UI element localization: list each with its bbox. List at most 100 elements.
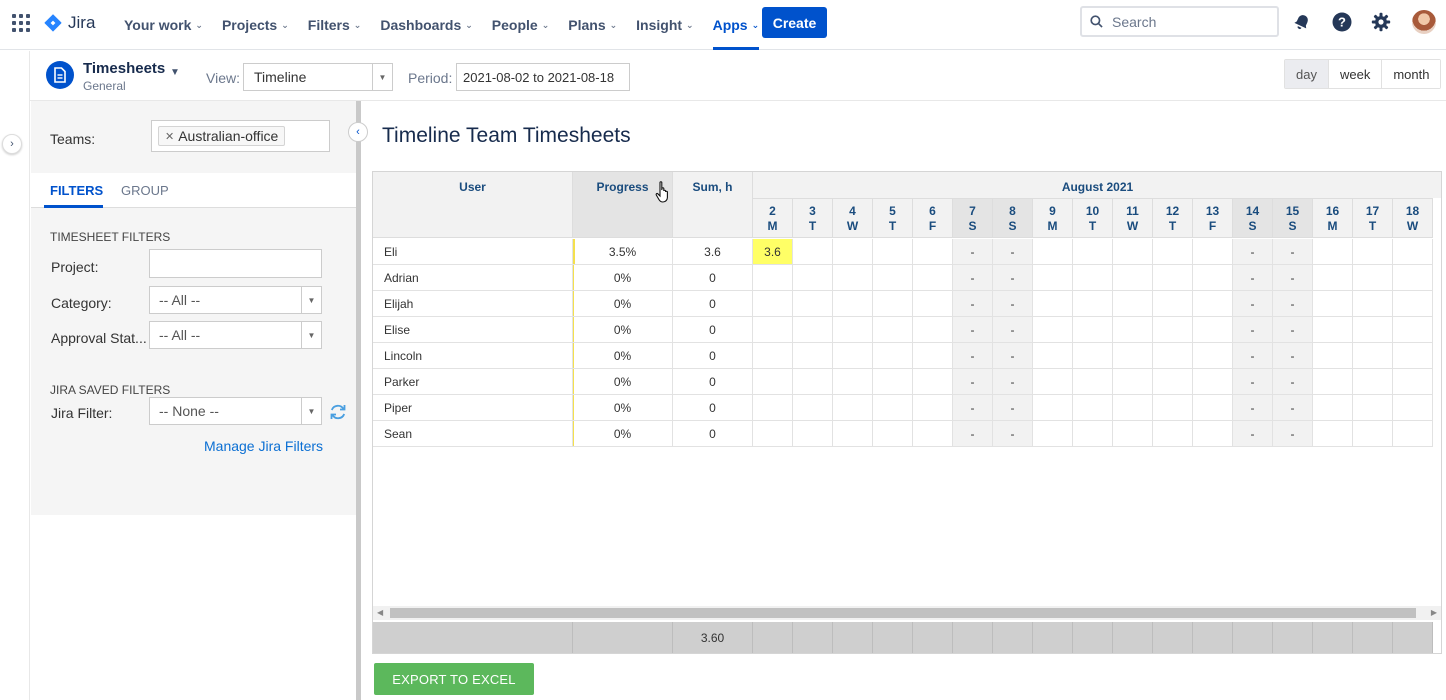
day-cell[interactable]: - bbox=[993, 291, 1033, 317]
day-cell[interactable]: - bbox=[1273, 265, 1313, 291]
nav-item-projects[interactable]: Projects ⌄ bbox=[222, 0, 289, 50]
day-cell[interactable]: - bbox=[1233, 421, 1273, 447]
help-icon[interactable]: ? bbox=[1331, 11, 1353, 33]
day-cell[interactable] bbox=[833, 265, 873, 291]
day-cell[interactable] bbox=[913, 239, 953, 265]
day-cell[interactable] bbox=[1113, 395, 1153, 421]
day-cell[interactable]: - bbox=[953, 369, 993, 395]
app-switcher-icon[interactable] bbox=[12, 14, 30, 32]
day-cell[interactable] bbox=[1313, 265, 1353, 291]
day-cell[interactable] bbox=[873, 291, 913, 317]
day-cell[interactable]: - bbox=[993, 317, 1033, 343]
day-cell[interactable]: - bbox=[1273, 421, 1313, 447]
day-cell[interactable] bbox=[1193, 317, 1233, 343]
day-cell[interactable] bbox=[1393, 343, 1433, 369]
day-cell[interactable] bbox=[913, 369, 953, 395]
day-cell[interactable]: - bbox=[993, 421, 1033, 447]
day-cell[interactable] bbox=[1313, 291, 1353, 317]
day-cell[interactable] bbox=[913, 421, 953, 447]
category-select[interactable]: -- All -- ▼ bbox=[149, 286, 322, 314]
day-cell[interactable] bbox=[1073, 421, 1113, 447]
day-cell[interactable]: - bbox=[1273, 395, 1313, 421]
day-cell[interactable] bbox=[1353, 343, 1393, 369]
day-cell[interactable] bbox=[873, 395, 913, 421]
day-cell[interactable] bbox=[1113, 343, 1153, 369]
day-cell[interactable] bbox=[913, 317, 953, 343]
day-cell[interactable] bbox=[1393, 265, 1433, 291]
day-cell[interactable] bbox=[1193, 343, 1233, 369]
column-header-sum[interactable]: Sum, h bbox=[673, 172, 753, 238]
day-cell[interactable] bbox=[1393, 369, 1433, 395]
day-cell[interactable] bbox=[1153, 317, 1193, 343]
day-cell[interactable] bbox=[793, 291, 833, 317]
day-cell[interactable] bbox=[1313, 421, 1353, 447]
day-cell[interactable] bbox=[1113, 239, 1153, 265]
day-cell[interactable] bbox=[1393, 239, 1433, 265]
collapse-sidebar-chevron-left-icon[interactable]: ‹ bbox=[348, 122, 368, 142]
user-cell[interactable]: Adrian bbox=[373, 265, 573, 291]
nav-item-your-work[interactable]: Your work ⌄ bbox=[124, 0, 203, 50]
user-cell[interactable]: Lincoln bbox=[373, 343, 573, 369]
day-cell[interactable] bbox=[1033, 317, 1073, 343]
day-cell[interactable]: - bbox=[1233, 317, 1273, 343]
day-cell[interactable] bbox=[1073, 265, 1113, 291]
day-cell[interactable]: - bbox=[1273, 369, 1313, 395]
day-cell[interactable] bbox=[1193, 421, 1233, 447]
day-cell[interactable] bbox=[1353, 291, 1393, 317]
day-cell[interactable]: - bbox=[993, 395, 1033, 421]
day-cell[interactable] bbox=[753, 369, 793, 395]
day-cell[interactable] bbox=[1313, 369, 1353, 395]
timesheets-caret-down-icon[interactable]: ▼ bbox=[170, 67, 180, 78]
nav-item-insight[interactable]: Insight ⌄ bbox=[636, 0, 693, 50]
day-cell[interactable]: - bbox=[1273, 343, 1313, 369]
day-cell[interactable] bbox=[1073, 395, 1113, 421]
day-cell[interactable] bbox=[833, 291, 873, 317]
day-cell[interactable]: - bbox=[1233, 369, 1273, 395]
column-header-user[interactable]: User bbox=[373, 172, 573, 238]
day-cell[interactable] bbox=[1113, 369, 1153, 395]
day-cell[interactable]: - bbox=[953, 421, 993, 447]
day-cell[interactable] bbox=[753, 291, 793, 317]
day-cell[interactable] bbox=[793, 343, 833, 369]
day-cell[interactable] bbox=[1113, 317, 1153, 343]
day-cell[interactable] bbox=[833, 317, 873, 343]
day-cell[interactable]: - bbox=[1273, 291, 1313, 317]
project-field[interactable] bbox=[149, 249, 322, 278]
day-cell[interactable] bbox=[873, 369, 913, 395]
nav-item-filters[interactable]: Filters ⌄ bbox=[308, 0, 362, 50]
scroll-left-arrow-icon[interactable]: ◀ bbox=[377, 608, 383, 617]
day-cell[interactable] bbox=[1113, 265, 1153, 291]
expand-sidebar-chevron-right-icon[interactable]: › bbox=[2, 134, 22, 154]
day-cell[interactable] bbox=[873, 239, 913, 265]
day-cell[interactable] bbox=[1153, 239, 1193, 265]
user-cell[interactable]: Elijah bbox=[373, 291, 573, 317]
day-cell[interactable] bbox=[873, 265, 913, 291]
day-cell[interactable] bbox=[1033, 239, 1073, 265]
day-cell[interactable] bbox=[1193, 369, 1233, 395]
day-cell[interactable] bbox=[1353, 239, 1393, 265]
day-cell[interactable] bbox=[1073, 343, 1113, 369]
scale-day-button[interactable]: day bbox=[1285, 60, 1328, 88]
day-cell[interactable]: - bbox=[953, 317, 993, 343]
day-cell[interactable]: - bbox=[1233, 239, 1273, 265]
day-cell[interactable]: - bbox=[1273, 317, 1313, 343]
approval-status-select[interactable]: -- All -- ▼ bbox=[149, 321, 322, 349]
user-cell[interactable]: Sean bbox=[373, 421, 573, 447]
tab-group[interactable]: GROUP bbox=[121, 183, 169, 198]
day-cell[interactable] bbox=[1153, 265, 1193, 291]
day-cell[interactable]: - bbox=[993, 265, 1033, 291]
horizontal-scrollbar[interactable]: ◀ ▶ bbox=[373, 606, 1441, 620]
day-cell[interactable]: - bbox=[953, 343, 993, 369]
day-cell[interactable] bbox=[793, 421, 833, 447]
day-cell[interactable] bbox=[793, 317, 833, 343]
day-cell[interactable]: - bbox=[953, 291, 993, 317]
day-cell[interactable] bbox=[753, 395, 793, 421]
day-cell[interactable] bbox=[873, 421, 913, 447]
day-cell[interactable]: - bbox=[1233, 291, 1273, 317]
day-cell[interactable] bbox=[1033, 343, 1073, 369]
day-cell[interactable] bbox=[833, 421, 873, 447]
day-cell[interactable] bbox=[1193, 291, 1233, 317]
scale-month-button[interactable]: month bbox=[1381, 60, 1441, 88]
user-cell[interactable]: Parker bbox=[373, 369, 573, 395]
notifications-bell-icon[interactable] bbox=[1291, 11, 1313, 33]
